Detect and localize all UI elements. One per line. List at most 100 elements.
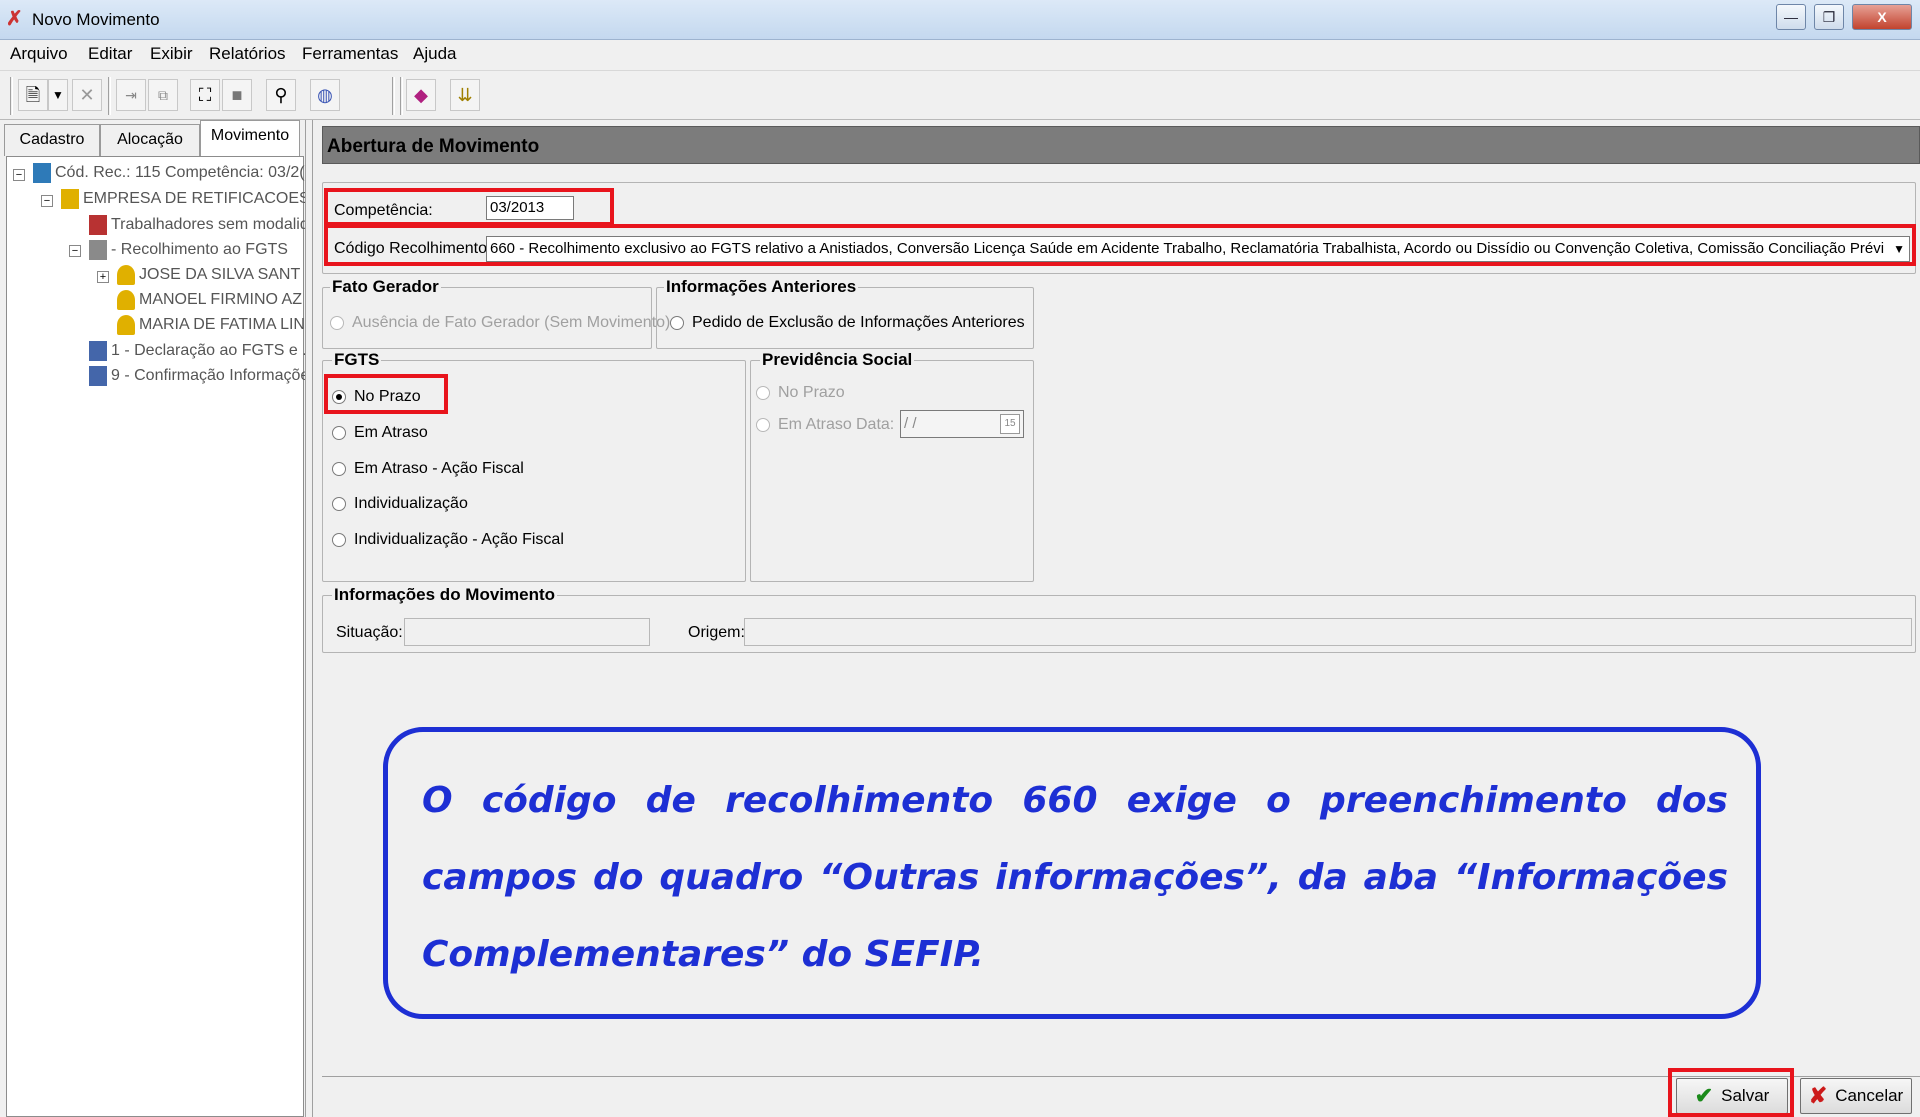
- highlight-no-prazo: [324, 374, 448, 414]
- radio-fgts-em-atraso[interactable]: Em Atraso: [332, 424, 428, 442]
- tab-cadastro[interactable]: Cadastro: [4, 124, 100, 156]
- radio-label: Em Atraso: [354, 424, 428, 441]
- collapse-icon[interactable]: −: [69, 245, 81, 257]
- close-button[interactable]: X: [1852, 4, 1912, 30]
- radio-fgts-individualizacao-acao-fiscal[interactable]: Individualização - Ação Fiscal: [332, 531, 564, 549]
- tree-node-label: 1 - Declaração ao FGTS e .: [111, 342, 307, 360]
- stop-icon[interactable]: ■: [222, 79, 252, 111]
- tree-node-label: - Recolhimento ao FGTS: [111, 241, 288, 259]
- copy-icon[interactable]: ⧉: [148, 79, 178, 111]
- tree-node-worker[interactable]: MARIA DE FATIMA LIN: [117, 315, 305, 335]
- radio-circle: [332, 497, 346, 511]
- tree-node-trabalhadores[interactable]: Trabalhadores sem modalid: [89, 215, 309, 235]
- computer-icon: [33, 163, 51, 183]
- cancelar-label: Cancelar: [1835, 1086, 1904, 1105]
- tree-node-worker[interactable]: MANOEL FIRMINO AZ: [117, 290, 302, 310]
- radio-prev-no-prazo[interactable]: No Prazo: [756, 384, 845, 402]
- radio-circle: [332, 426, 346, 440]
- menu-ferramentas[interactable]: Ferramentas: [302, 44, 398, 64]
- radio-circle: [756, 386, 770, 400]
- radio-circle: [670, 316, 684, 330]
- tab-alocacao[interactable]: Alocação: [100, 124, 200, 156]
- left-tabs: Cadastro Alocação Movimento: [0, 120, 305, 156]
- radio-label: Em Atraso: [778, 416, 852, 433]
- radio-prev-em-atraso[interactable]: Em Atraso: [756, 416, 852, 434]
- expand-icon[interactable]: +: [97, 271, 109, 283]
- data-label: Data:: [856, 416, 895, 433]
- move-icon[interactable]: ⇥: [116, 79, 146, 111]
- tree-node-competencia[interactable]: Cód. Rec.: 115 Competência: 03/2(: [33, 163, 305, 183]
- tree-node-worker[interactable]: JOSE DA SILVA SANT: [117, 265, 300, 285]
- menu-bar: Arquivo Editar Exibir Relatórios Ferrame…: [0, 40, 1920, 68]
- panel-header: Abertura de Movimento: [322, 126, 1920, 164]
- menu-relatorios[interactable]: Relatórios: [209, 44, 286, 64]
- folder-icon: [89, 215, 107, 235]
- annotation-text: O código de recolhimento 660 exige o pre…: [422, 780, 1728, 975]
- data-field[interactable]: / / 15: [900, 410, 1024, 438]
- radio-circle: [756, 418, 770, 432]
- radio-label: Individualização: [354, 495, 468, 512]
- origem-label: Origem:: [688, 624, 745, 641]
- toolbar-separator: [392, 77, 395, 115]
- panel-title: Abertura de Movimento: [327, 136, 540, 157]
- menu-exibir[interactable]: Exibir: [150, 44, 193, 64]
- new-document-icon[interactable]: 🗎: [18, 79, 48, 111]
- tree-node-confirmacao[interactable]: 9 - Confirmação Informaçõe: [89, 366, 309, 386]
- folder-icon: [89, 366, 107, 386]
- minimize-button[interactable]: —: [1776, 4, 1806, 30]
- tab-movimento[interactable]: Movimento: [200, 120, 300, 156]
- tree-node-label: MANOEL FIRMINO AZ: [139, 291, 302, 309]
- fato-gerador-legend: Fato Gerador: [330, 277, 441, 297]
- toolbar: 🗎 ▼ ✕ ⇥ ⧉ ⛶ ■ ⚲ ◍ ◆ ⇊: [0, 70, 1920, 120]
- origem-field[interactable]: [744, 618, 1912, 646]
- person-icon: [117, 315, 135, 335]
- radio-circle: [330, 316, 344, 330]
- person-icon: [117, 265, 135, 285]
- bookmark-icon[interactable]: ◆: [406, 79, 436, 111]
- highlight-competencia: [324, 188, 614, 226]
- title-bar: ✗ Novo Movimento — ❐ X: [0, 0, 1920, 40]
- collapse-icon[interactable]: −: [41, 195, 53, 207]
- tree-node-label: Cód. Rec.: 115 Competência: 03/2(: [55, 164, 305, 182]
- situacao-field[interactable]: [404, 618, 650, 646]
- tree-icon[interactable]: ⛶: [190, 79, 220, 111]
- tree-node-label: JOSE DA SILVA SANT: [139, 266, 301, 284]
- menu-editar[interactable]: Editar: [88, 44, 132, 64]
- x-icon: ✘: [1808, 1083, 1828, 1108]
- tree-node-label: 9 - Confirmação Informaçõe: [111, 367, 310, 385]
- folder-icon: [89, 341, 107, 361]
- radio-exclusao-anteriores[interactable]: Pedido de Exclusão de Informações Anteri…: [670, 314, 1025, 332]
- radio-label: Ausência de Fato Gerador (Sem Movimento): [352, 314, 671, 331]
- globe-icon[interactable]: ◍: [310, 79, 340, 111]
- radio-fgts-em-atraso-acao-fiscal[interactable]: Em Atraso - Ação Fiscal: [332, 460, 524, 478]
- toolbar-separator: [108, 77, 111, 115]
- cancelar-button[interactable]: ✘ Cancelar: [1800, 1078, 1912, 1114]
- tree-node-label: EMPRESA DE RETIFICACOES: [83, 190, 310, 208]
- window-title: Novo Movimento: [32, 10, 160, 29]
- calendar-icon[interactable]: 15: [1000, 414, 1020, 434]
- building-icon: [61, 189, 79, 209]
- merge-icon[interactable]: ⇊: [450, 79, 480, 111]
- radio-circle: [332, 462, 346, 476]
- restore-button[interactable]: ❐: [1814, 4, 1844, 30]
- situacao-label: Situação:: [336, 624, 403, 641]
- menu-ajuda[interactable]: Ajuda: [413, 44, 456, 64]
- delete-icon[interactable]: ✕: [72, 79, 102, 111]
- collapse-icon[interactable]: −: [13, 169, 25, 181]
- dropdown-arrow-icon[interactable]: ▼: [48, 79, 68, 111]
- splitter[interactable]: [305, 120, 313, 1117]
- tree-node-empresa[interactable]: EMPRESA DE RETIFICACOES: [61, 189, 310, 209]
- radio-label: Pedido de Exclusão de Informações Anteri…: [692, 314, 1025, 331]
- tree-node-recolhimento[interactable]: - Recolhimento ao FGTS: [89, 240, 288, 260]
- highlight-salvar: [1668, 1068, 1794, 1117]
- toolbar-separator: [10, 77, 13, 115]
- tree-node-declaracao[interactable]: 1 - Declaração ao FGTS e .: [89, 341, 307, 361]
- radio-fgts-individualizacao[interactable]: Individualização: [332, 495, 468, 513]
- fgts-legend: FGTS: [332, 350, 382, 370]
- radio-ausencia-fato-gerador[interactable]: Ausência de Fato Gerador (Sem Movimento): [330, 314, 670, 332]
- find-binoculars-icon[interactable]: ⚲: [266, 79, 296, 111]
- data-value: / /: [904, 415, 917, 432]
- menu-arquivo[interactable]: Arquivo: [10, 44, 68, 64]
- highlight-codigo: [324, 224, 1916, 266]
- tree-node-label: Trabalhadores sem modalid: [111, 216, 309, 234]
